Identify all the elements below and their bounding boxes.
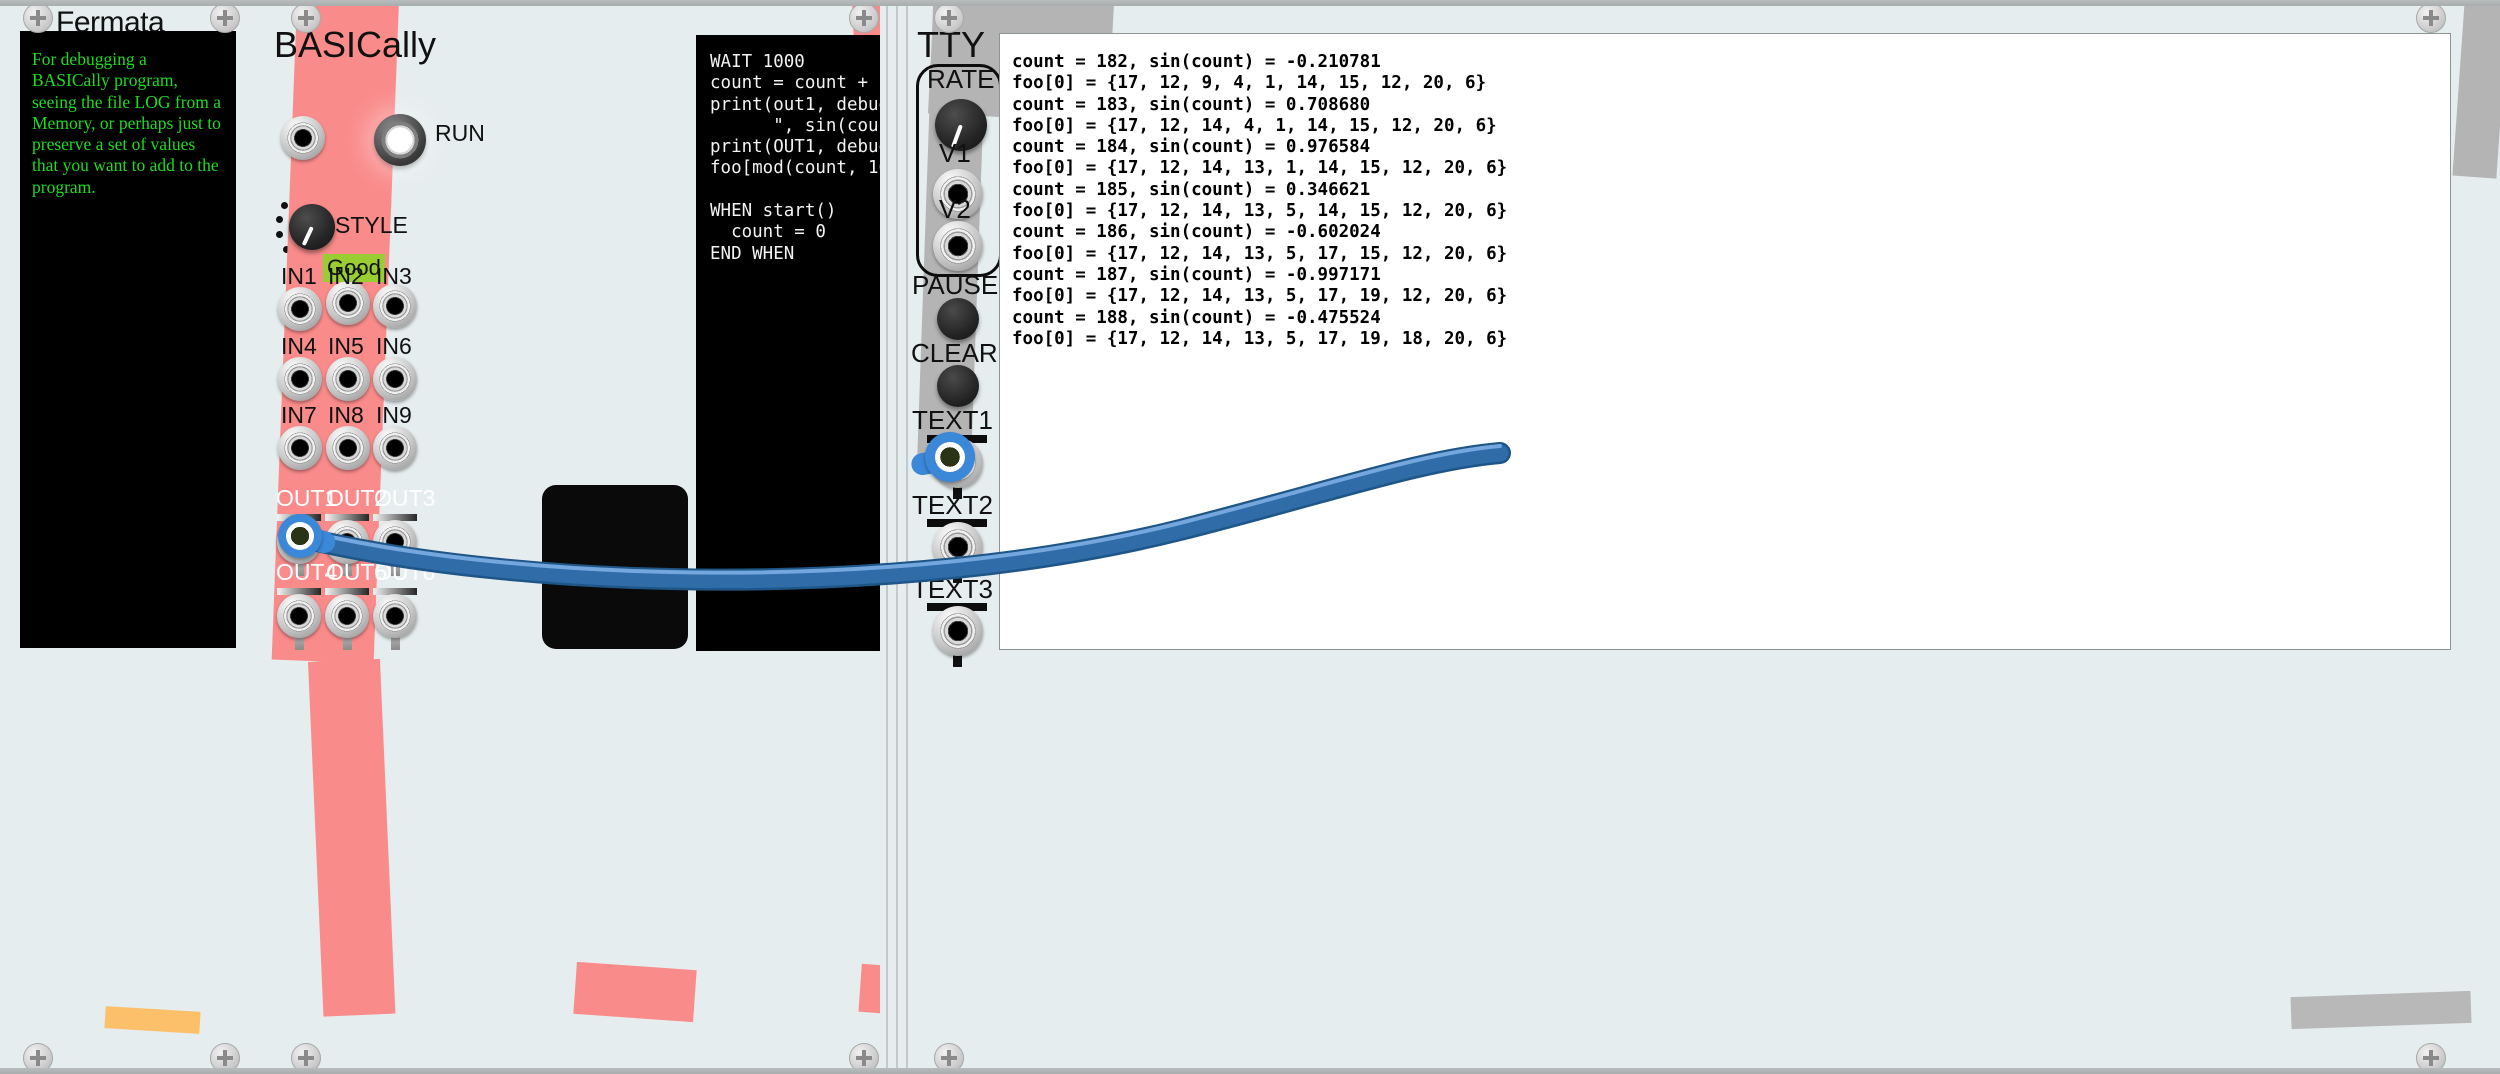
in-label-7: IN7	[281, 402, 317, 428]
cable-plug-text1[interactable]	[909, 432, 989, 482]
v2-jack[interactable]	[933, 221, 983, 271]
screw-bottom-left[interactable]	[934, 1043, 964, 1068]
out4-stub	[295, 636, 304, 650]
fermata-note-screen[interactable]: For debugging a BASICally program, seein…	[20, 31, 236, 648]
run-trigger-jack[interactable]	[281, 116, 325, 160]
text2-label: TEXT2	[912, 490, 993, 520]
output-panel	[542, 485, 688, 649]
screw-top-right[interactable]	[2416, 6, 2446, 33]
in-label-3: IN3	[376, 263, 412, 289]
screw-bottom-right[interactable]	[210, 1043, 240, 1068]
in-label-2: IN2	[328, 263, 364, 289]
text2-jack[interactable]	[933, 522, 983, 572]
v1-label: V1	[939, 138, 971, 168]
in-label-4: IN4	[281, 333, 317, 359]
output-jack-out4[interactable]	[277, 594, 321, 638]
basically-tape-4	[573, 961, 697, 1023]
out6-stub	[391, 636, 400, 650]
input-jack-in5[interactable]	[326, 357, 370, 401]
basically-tape-3	[308, 658, 396, 1017]
vcv-rack-canvas[interactable]: Fermata For debugging a BASICally progra…	[0, 0, 2500, 1074]
fermata-note-text: For debugging a BASICally program, seein…	[32, 49, 222, 197]
in-label-5: IN5	[328, 333, 364, 359]
output-jack-out6[interactable]	[373, 594, 417, 638]
out5-stub	[343, 636, 352, 650]
input-jack-in3[interactable]	[373, 284, 417, 328]
module-tty[interactable]: TTY RATE V1 V2 PAUSE CLEAR TEXT1 TEXT2 T…	[911, 6, 2500, 1068]
tty-tape-bottom	[2290, 990, 2472, 1030]
out-label-3: OUT3	[374, 485, 436, 511]
style-label: STYLE	[335, 212, 408, 238]
cable-plug-out1[interactable]	[278, 514, 338, 558]
clear-button[interactable]	[937, 365, 979, 407]
run-button[interactable]	[374, 114, 426, 166]
screw-top-left[interactable]	[291, 6, 321, 33]
run-label: RUN	[435, 120, 485, 146]
pause-label: PAUSE	[912, 270, 999, 300]
module-basically[interactable]: BASICally RUN STYLE Good IN1 IN1 IN2 IN3	[268, 6, 880, 1068]
in-label-1: IN1	[281, 263, 317, 289]
output-jack-out5[interactable]	[325, 594, 369, 638]
tty-log-screen[interactable]: count = 182, sin(count) = -0.210781 foo[…	[999, 33, 2451, 650]
screw-top-right[interactable]	[849, 6, 879, 33]
screw-top-left[interactable]	[934, 6, 964, 33]
in-label-9: IN9	[376, 402, 412, 428]
screw-bottom-right[interactable]	[849, 1043, 879, 1068]
code-editor-text: WAIT 1000 count = count + 1 print(out1, …	[710, 52, 880, 264]
module-fermata[interactable]: Fermata For debugging a BASICally progra…	[0, 6, 262, 1068]
screw-top-right[interactable]	[210, 6, 240, 33]
input-jack-in4[interactable]	[278, 357, 322, 401]
screw-top-left[interactable]	[23, 6, 53, 33]
in-label-6: IN6	[376, 333, 412, 359]
screw-bottom-left[interactable]	[23, 1043, 53, 1068]
input-jack-in8[interactable]	[326, 426, 370, 470]
tty-log-text: count = 182, sin(count) = -0.210781 foo[…	[1012, 52, 1508, 349]
rack-rail-bottom	[0, 1068, 2500, 1074]
basically-tape-7	[858, 963, 880, 1021]
in-label-8: IN8	[328, 402, 364, 428]
output-jack-out3[interactable]	[373, 520, 417, 564]
style-knob[interactable]	[289, 204, 335, 250]
fermata-tape-bottom	[104, 1006, 201, 1034]
clear-label: CLEAR	[911, 338, 998, 368]
text3-jack[interactable]	[933, 606, 983, 656]
input-jack-in1[interactable]	[278, 287, 322, 331]
input-jack-in9[interactable]	[373, 426, 417, 470]
screw-bottom-right[interactable]	[2416, 1043, 2446, 1068]
screw-bottom-left[interactable]	[291, 1043, 321, 1068]
text3-label: TEXT3	[912, 574, 993, 604]
pause-button[interactable]	[937, 298, 979, 340]
code-editor[interactable]: WAIT 1000 count = count + 1 print(out1, …	[696, 35, 880, 651]
input-jack-in7[interactable]	[278, 426, 322, 470]
tty-tape-right	[2452, 6, 2500, 179]
out-label-6: OUT6	[374, 559, 436, 585]
v2-label: V2	[939, 194, 971, 224]
rate-label: RATE	[927, 64, 995, 94]
input-jack-in6[interactable]	[373, 357, 417, 401]
